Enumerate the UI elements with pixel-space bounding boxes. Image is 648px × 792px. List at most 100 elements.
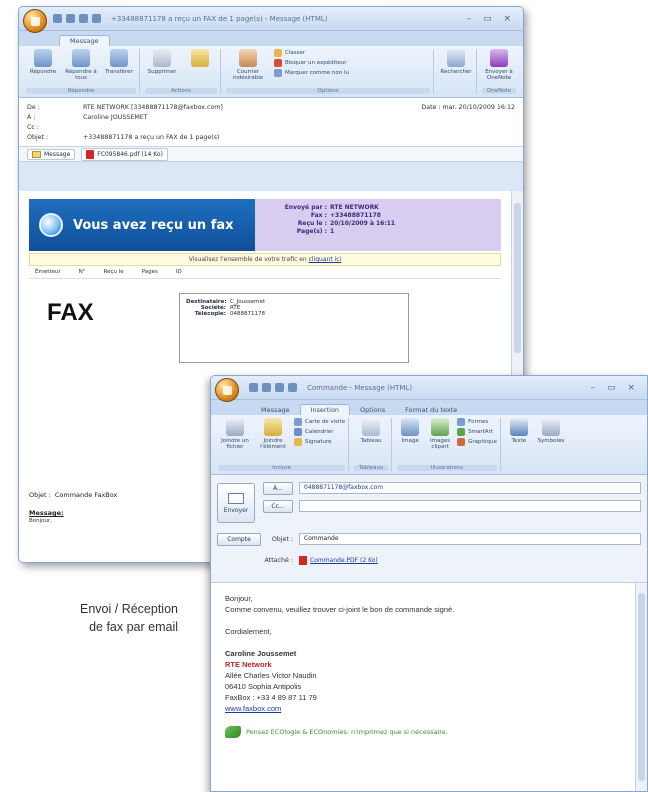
scroll-thumb[interactable] [514, 203, 521, 353]
binoculars-icon [447, 49, 465, 67]
quick-access-toolbar [249, 383, 297, 392]
move-icon [191, 49, 209, 67]
block-sender-button[interactable]: Bloquer un expéditeur [274, 59, 349, 67]
minimize-icon[interactable]: – [590, 383, 595, 393]
business-card-button[interactable]: Carte de visite [294, 418, 345, 426]
junk-icon [239, 49, 257, 67]
save-icon[interactable] [249, 383, 258, 392]
image-button[interactable]: Image [397, 418, 423, 450]
scroll-thumb[interactable] [638, 593, 645, 781]
undo-icon[interactable] [66, 14, 75, 23]
cc-button[interactable]: Cc... [263, 499, 293, 513]
tab-format[interactable]: Format du texte [395, 405, 467, 415]
chart-button[interactable]: Graphique [457, 438, 497, 446]
window-controls: – ▭ × [466, 14, 511, 24]
ribbon-group-text: Texte Symboles [503, 418, 569, 471]
subject-field[interactable]: Commande [299, 533, 641, 545]
find-button[interactable]: Rechercher [439, 49, 473, 75]
up-arrow-icon[interactable] [79, 14, 88, 23]
delete-button[interactable]: Supprimer [145, 49, 179, 75]
move-button[interactable] [183, 49, 217, 75]
smartart-button[interactable]: SmartArt [457, 428, 497, 436]
ribbon-group-find: Rechercher [436, 49, 477, 94]
greeting: Bonjour, [225, 594, 253, 603]
send-onenote-button[interactable]: Envoyer à OneNote [482, 49, 516, 81]
titlebar: Commande - Message (HTML) – ▭ × [211, 376, 647, 400]
forward-button[interactable]: Transférer [102, 49, 136, 81]
categorize-icon [274, 49, 282, 57]
to-label: À : [27, 113, 36, 121]
traffic-link[interactable]: cliquant ici [309, 256, 342, 263]
shapes-icon [457, 418, 466, 426]
text-button[interactable]: Texte [506, 418, 532, 444]
close-icon[interactable]: × [503, 14, 511, 24]
fax-header-strip: Émetteur N° Reçu le Pages ID [29, 266, 501, 279]
pdf-icon [299, 555, 307, 565]
mark-unread-button[interactable]: Marquer comme non lu [274, 69, 349, 77]
undo-icon[interactable] [262, 383, 271, 392]
send-button[interactable]: Envoyer [217, 483, 255, 523]
fax-heading: FAX [47, 299, 94, 326]
symbols-button[interactable]: Symboles [536, 418, 566, 444]
reply-all-icon [72, 49, 90, 67]
table-button[interactable]: Tableau [354, 418, 388, 444]
close-icon[interactable]: × [627, 383, 635, 393]
date-value: Date : mar. 20/10/2009 16:12 [421, 103, 515, 111]
tab-insertion[interactable]: Insertion [299, 404, 351, 415]
maximize-icon[interactable]: ▭ [607, 383, 616, 393]
categorize-button[interactable]: Classer [274, 49, 349, 57]
to-value[interactable]: Caroline JOUSSEMET [83, 114, 515, 121]
fax-message-title: Message: [29, 509, 64, 517]
shapes-button[interactable]: Formes [457, 418, 497, 426]
redo-icon[interactable] [275, 383, 284, 392]
down-arrow-icon[interactable] [92, 14, 101, 23]
window-title: Commande - Message (HTML) [307, 383, 413, 392]
quick-access-toolbar [53, 14, 101, 23]
to-button[interactable]: À... [263, 481, 293, 495]
signature-button[interactable]: Signature [294, 438, 345, 446]
calendar-button[interactable]: Calendrier [294, 428, 345, 436]
clipart-button[interactable]: Images clipart [427, 418, 453, 450]
minimize-icon[interactable]: – [466, 14, 471, 24]
tab-options[interactable]: Options [350, 405, 395, 415]
attached-file[interactable]: Commande.PDF (2 Ko) [299, 555, 378, 565]
office-button-icon[interactable] [215, 378, 239, 402]
banner-title: Vous avez reçu un fax [73, 217, 234, 233]
junk-button[interactable]: Courrier indésirable [226, 49, 270, 81]
tab-message[interactable]: Message [251, 405, 300, 415]
leaf-icon [225, 726, 241, 738]
pdf-attachment-chip[interactable]: FC095846.pdf (14 Ko) [81, 147, 168, 161]
up-arrow-icon[interactable] [288, 383, 297, 392]
onenote-icon [490, 49, 508, 67]
save-icon[interactable] [53, 14, 62, 23]
delete-icon [153, 49, 171, 67]
signature-website-link[interactable]: www.faxbox.com [225, 703, 621, 714]
traffic-notice: Visualisez l'ensemble de votre trafic en… [29, 253, 501, 266]
calendar-icon [294, 428, 302, 436]
reply-button[interactable]: Répondre [26, 49, 60, 81]
cc-field[interactable] [299, 500, 641, 512]
reply-icon [34, 49, 52, 67]
attachment-bar: Message FC095846.pdf (14 Ko) [19, 147, 523, 162]
tab-message[interactable]: Message [59, 35, 110, 46]
to-row: À... 0488871178@faxbox.com [263, 481, 641, 495]
ribbon-group-tables: Tableau Tableaux [351, 418, 393, 471]
reply-all-button[interactable]: Répondre à tous [64, 49, 98, 81]
to-field[interactable]: 0488871178@faxbox.com [299, 482, 641, 494]
compose-body[interactable]: Bonjour, Comme convenu, veuillez trouver… [211, 583, 635, 791]
maximize-icon[interactable]: ▭ [483, 14, 492, 24]
attach-item-button[interactable]: Joindre l'élément [256, 418, 290, 450]
from-value[interactable]: RTE NETWORK [33488871178@faxbox.com] [83, 104, 421, 111]
account-button[interactable]: Compte [217, 533, 261, 546]
fax-subject: Objet : Commande FaxBox [29, 491, 118, 499]
attach-file-button[interactable]: Joindre un fichier [218, 418, 252, 450]
clipart-icon [431, 418, 450, 436]
from-label: De : [27, 103, 40, 111]
signature-name: Caroline Joussemet [225, 649, 297, 658]
eco-notice: Pensez ECOlogie & ECOnomies: n'imprimez … [225, 726, 621, 738]
office-button-icon[interactable] [23, 9, 47, 33]
recipient-box: Destinataire: C_Joussemet Société: RTE Tél… [179, 293, 409, 363]
scrollbar[interactable] [635, 583, 647, 791]
message-tab-chip[interactable]: Message [27, 148, 76, 160]
table-icon [362, 418, 381, 436]
